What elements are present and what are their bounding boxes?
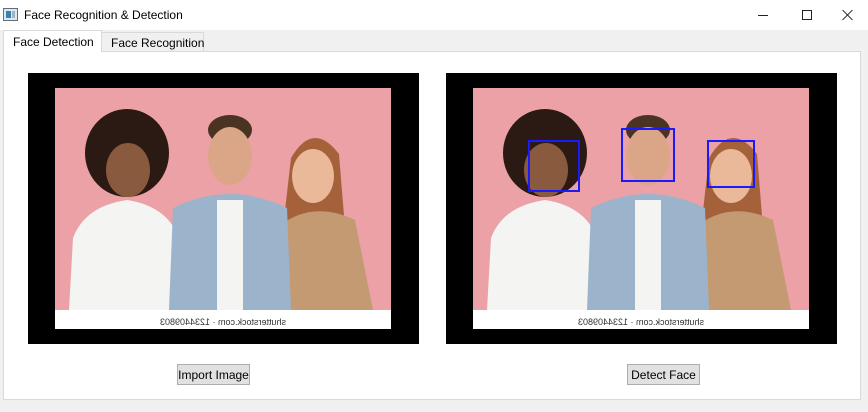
close-icon — [842, 9, 854, 21]
output-watermark: shutterstock.com · 1234409803 — [578, 317, 704, 327]
app-icon — [3, 8, 18, 21]
input-watermark: shutterstock.com · 1234409803 — [160, 317, 286, 327]
window-title: Face Recognition & Detection — [24, 8, 183, 22]
title-bar[interactable]: Face Recognition & Detection — [0, 0, 868, 30]
import-image-button[interactable]: Import Image — [177, 364, 250, 385]
maximize-button[interactable] — [784, 0, 830, 30]
minimize-icon — [758, 14, 768, 16]
tab-face-detection[interactable]: Face Detection — [3, 30, 102, 52]
close-button[interactable] — [828, 0, 868, 30]
input-photo: shutterstock.com · 1234409803 — [55, 88, 391, 329]
input-image-frame: shutterstock.com · 1234409803 — [28, 73, 419, 344]
detect-face-button[interactable]: Detect Face — [627, 364, 700, 385]
tab-face-recognition[interactable]: Face Recognition — [101, 32, 204, 51]
face-detection-panel: shutterstock.com · 1234409803 shuttersto… — [3, 51, 861, 400]
maximize-icon — [802, 10, 812, 20]
output-photo: shutterstock.com · 1234409803 — [473, 88, 809, 329]
app-window: Face Recognition & Detection Face Detect… — [0, 0, 868, 412]
tab-bar: Face Detection Face Recognition — [0, 30, 868, 52]
output-image-frame: shutterstock.com · 1234409803 — [446, 73, 837, 344]
minimize-button[interactable] — [740, 0, 786, 30]
